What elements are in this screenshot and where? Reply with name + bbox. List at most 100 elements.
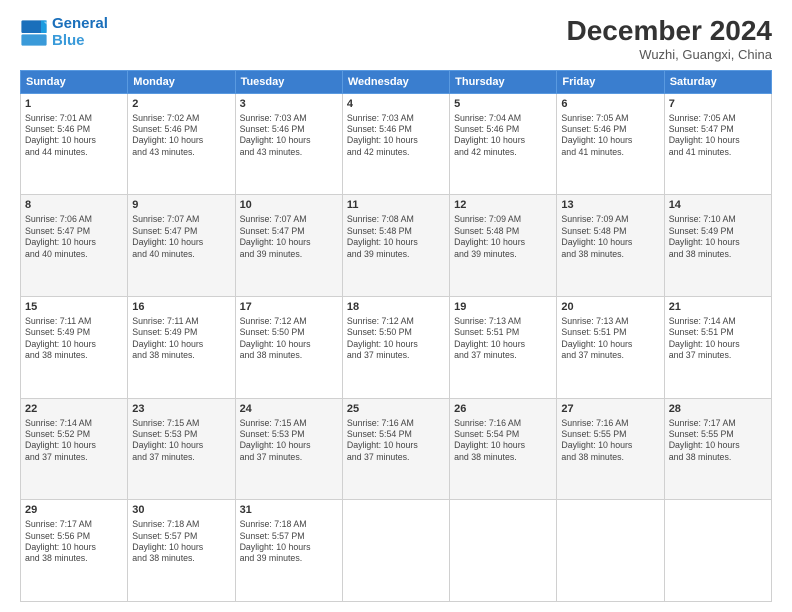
col-thursday: Thursday [450,70,557,93]
day-info: Sunrise: 7:14 AMSunset: 5:52 PMDaylight:… [25,418,123,464]
col-friday: Friday [557,70,664,93]
calendar-cell: 11Sunrise: 7:08 AMSunset: 5:48 PMDayligh… [342,195,449,297]
day-number: 29 [25,503,123,518]
calendar-cell: 3Sunrise: 7:03 AMSunset: 5:46 PMDaylight… [235,93,342,195]
calendar-cell: 30Sunrise: 7:18 AMSunset: 5:57 PMDayligh… [128,500,235,602]
day-info: Sunrise: 7:09 AMSunset: 5:48 PMDaylight:… [561,214,659,260]
day-number: 5 [454,97,552,112]
header: General Blue December 2024 Wuzhi, Guangx… [20,16,772,62]
calendar-cell: 27Sunrise: 7:16 AMSunset: 5:55 PMDayligh… [557,398,664,500]
day-number: 14 [669,198,767,213]
calendar-cell: 5Sunrise: 7:04 AMSunset: 5:46 PMDaylight… [450,93,557,195]
calendar-cell [557,500,664,602]
logo-line1: General [52,15,108,32]
month-title: December 2024 [567,16,772,47]
calendar-week-4: 22Sunrise: 7:14 AMSunset: 5:52 PMDayligh… [21,398,772,500]
day-number: 16 [132,300,230,315]
day-info: Sunrise: 7:18 AMSunset: 5:57 PMDaylight:… [132,519,230,565]
logo-text: General Blue [52,16,108,49]
calendar-week-5: 29Sunrise: 7:17 AMSunset: 5:56 PMDayligh… [21,500,772,602]
calendar-cell: 28Sunrise: 7:17 AMSunset: 5:55 PMDayligh… [664,398,771,500]
day-number: 11 [347,198,445,213]
day-info: Sunrise: 7:09 AMSunset: 5:48 PMDaylight:… [454,214,552,260]
calendar-cell: 9Sunrise: 7:07 AMSunset: 5:47 PMDaylight… [128,195,235,297]
calendar-week-1: 1Sunrise: 7:01 AMSunset: 5:46 PMDaylight… [21,93,772,195]
day-number: 19 [454,300,552,315]
day-info: Sunrise: 7:01 AMSunset: 5:46 PMDaylight:… [25,113,123,159]
calendar-cell: 23Sunrise: 7:15 AMSunset: 5:53 PMDayligh… [128,398,235,500]
calendar-cell: 19Sunrise: 7:13 AMSunset: 5:51 PMDayligh… [450,297,557,399]
day-number: 25 [347,402,445,417]
calendar-cell: 12Sunrise: 7:09 AMSunset: 5:48 PMDayligh… [450,195,557,297]
calendar-cell [664,500,771,602]
day-info: Sunrise: 7:16 AMSunset: 5:54 PMDaylight:… [347,418,445,464]
day-info: Sunrise: 7:06 AMSunset: 5:47 PMDaylight:… [25,214,123,260]
day-number: 6 [561,97,659,112]
day-number: 17 [240,300,338,315]
day-info: Sunrise: 7:13 AMSunset: 5:51 PMDaylight:… [561,316,659,362]
title-block: December 2024 Wuzhi, Guangxi, China [567,16,772,62]
col-saturday: Saturday [664,70,771,93]
day-number: 30 [132,503,230,518]
calendar-week-2: 8Sunrise: 7:06 AMSunset: 5:47 PMDaylight… [21,195,772,297]
day-info: Sunrise: 7:10 AMSunset: 5:49 PMDaylight:… [669,214,767,260]
logo: General Blue [20,16,108,49]
day-info: Sunrise: 7:05 AMSunset: 5:46 PMDaylight:… [561,113,659,159]
calendar-cell: 18Sunrise: 7:12 AMSunset: 5:50 PMDayligh… [342,297,449,399]
day-number: 13 [561,198,659,213]
calendar-cell: 16Sunrise: 7:11 AMSunset: 5:49 PMDayligh… [128,297,235,399]
day-number: 23 [132,402,230,417]
col-monday: Monday [128,70,235,93]
day-number: 22 [25,402,123,417]
calendar-cell: 31Sunrise: 7:18 AMSunset: 5:57 PMDayligh… [235,500,342,602]
calendar-cell: 22Sunrise: 7:14 AMSunset: 5:52 PMDayligh… [21,398,128,500]
day-info: Sunrise: 7:14 AMSunset: 5:51 PMDaylight:… [669,316,767,362]
day-info: Sunrise: 7:08 AMSunset: 5:48 PMDaylight:… [347,214,445,260]
day-info: Sunrise: 7:11 AMSunset: 5:49 PMDaylight:… [132,316,230,362]
logo-line2: Blue [52,33,108,50]
calendar-cell: 24Sunrise: 7:15 AMSunset: 5:53 PMDayligh… [235,398,342,500]
day-number: 21 [669,300,767,315]
day-number: 4 [347,97,445,112]
day-number: 18 [347,300,445,315]
day-info: Sunrise: 7:17 AMSunset: 5:56 PMDaylight:… [25,519,123,565]
calendar-cell: 6Sunrise: 7:05 AMSunset: 5:46 PMDaylight… [557,93,664,195]
day-info: Sunrise: 7:05 AMSunset: 5:47 PMDaylight:… [669,113,767,159]
calendar-cell: 7Sunrise: 7:05 AMSunset: 5:47 PMDaylight… [664,93,771,195]
day-number: 27 [561,402,659,417]
col-tuesday: Tuesday [235,70,342,93]
calendar-cell: 10Sunrise: 7:07 AMSunset: 5:47 PMDayligh… [235,195,342,297]
day-number: 3 [240,97,338,112]
day-info: Sunrise: 7:11 AMSunset: 5:49 PMDaylight:… [25,316,123,362]
calendar-cell: 1Sunrise: 7:01 AMSunset: 5:46 PMDaylight… [21,93,128,195]
calendar-cell: 15Sunrise: 7:11 AMSunset: 5:49 PMDayligh… [21,297,128,399]
day-number: 8 [25,198,123,213]
calendar-cell [342,500,449,602]
day-info: Sunrise: 7:02 AMSunset: 5:46 PMDaylight:… [132,113,230,159]
day-info: Sunrise: 7:16 AMSunset: 5:54 PMDaylight:… [454,418,552,464]
day-number: 31 [240,503,338,518]
day-info: Sunrise: 7:03 AMSunset: 5:46 PMDaylight:… [240,113,338,159]
day-number: 20 [561,300,659,315]
day-info: Sunrise: 7:04 AMSunset: 5:46 PMDaylight:… [454,113,552,159]
day-info: Sunrise: 7:12 AMSunset: 5:50 PMDaylight:… [240,316,338,362]
day-number: 15 [25,300,123,315]
day-number: 1 [25,97,123,112]
day-info: Sunrise: 7:17 AMSunset: 5:55 PMDaylight:… [669,418,767,464]
calendar-cell: 20Sunrise: 7:13 AMSunset: 5:51 PMDayligh… [557,297,664,399]
calendar-cell: 13Sunrise: 7:09 AMSunset: 5:48 PMDayligh… [557,195,664,297]
calendar-cell: 4Sunrise: 7:03 AMSunset: 5:46 PMDaylight… [342,93,449,195]
calendar-table: Sunday Monday Tuesday Wednesday Thursday… [20,70,772,602]
header-row: Sunday Monday Tuesday Wednesday Thursday… [21,70,772,93]
calendar-cell [450,500,557,602]
day-number: 10 [240,198,338,213]
calendar-week-3: 15Sunrise: 7:11 AMSunset: 5:49 PMDayligh… [21,297,772,399]
logo-icon [20,19,48,47]
day-info: Sunrise: 7:18 AMSunset: 5:57 PMDaylight:… [240,519,338,565]
calendar-cell: 25Sunrise: 7:16 AMSunset: 5:54 PMDayligh… [342,398,449,500]
col-wednesday: Wednesday [342,70,449,93]
calendar-cell: 21Sunrise: 7:14 AMSunset: 5:51 PMDayligh… [664,297,771,399]
day-number: 24 [240,402,338,417]
day-number: 9 [132,198,230,213]
col-sunday: Sunday [21,70,128,93]
